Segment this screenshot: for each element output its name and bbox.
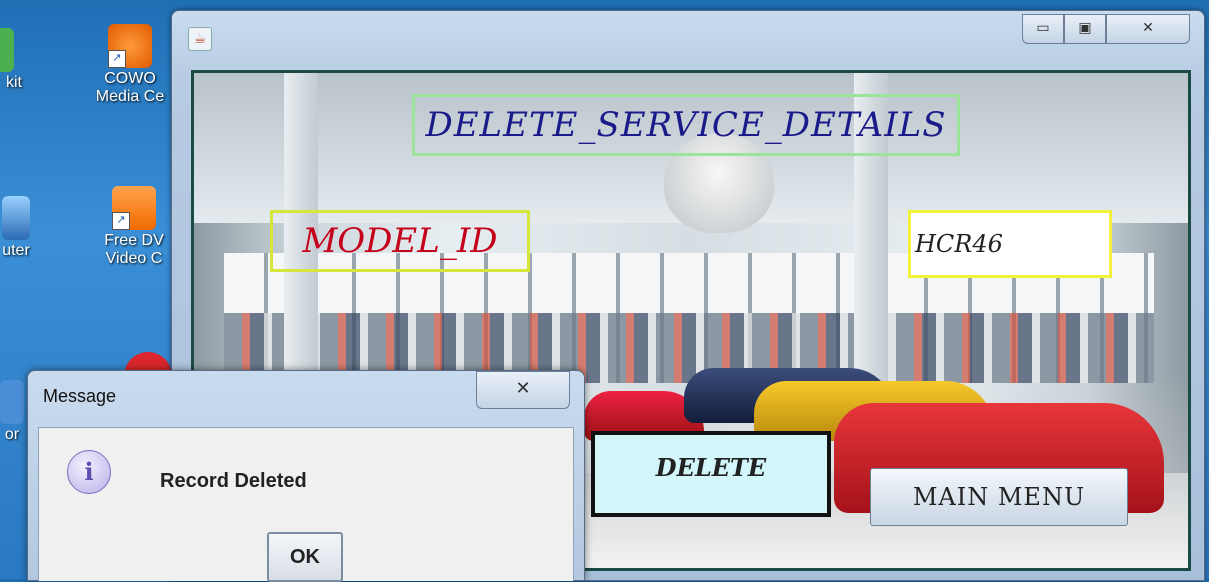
- dialog-close-button[interactable]: ✕: [476, 371, 570, 409]
- app-icon: [0, 380, 24, 424]
- message-dialog: Message ✕ i Record Deleted OK: [27, 370, 585, 582]
- close-button[interactable]: ✕: [1106, 14, 1190, 44]
- desktop-icon-kit[interactable]: kit: [0, 28, 34, 92]
- shortcut-arrow-icon: ↗: [108, 50, 126, 68]
- dialog-title: Message: [43, 386, 117, 406]
- desktop-icon-label: COWO: [104, 70, 156, 87]
- desktop-icon-computer[interactable]: uter: [0, 196, 46, 260]
- ok-button[interactable]: OK: [267, 532, 343, 582]
- cowon-icon: ↗: [108, 24, 152, 68]
- desktop-icon-label: Media Ce: [95, 88, 165, 105]
- window-controls: ▭ ▣ ✕: [1022, 14, 1190, 44]
- video-converter-icon: ↗: [112, 186, 156, 230]
- title-bar[interactable]: ☕ ▭ ▣ ✕: [172, 11, 1204, 59]
- java-icon: ☕: [188, 27, 212, 51]
- desktop-icon-cowon[interactable]: ↗ COWO Media Ce: [86, 24, 174, 106]
- desktop-icon-label: or: [4, 426, 20, 443]
- shortcut-arrow-icon: ↗: [112, 212, 130, 230]
- info-icon: i: [67, 450, 111, 494]
- page-title: DELETE_SERVICE_DETAILS: [412, 94, 960, 156]
- desktop-icon-label: kit: [6, 74, 22, 91]
- desktop-icon-free-dvd[interactable]: ↗ Free DV Video C: [94, 186, 174, 268]
- desktop-icon-label: uter: [2, 242, 30, 259]
- maximize-button[interactable]: ▣: [1064, 14, 1106, 44]
- desktop-icon-label: Video C: [105, 250, 163, 267]
- computer-icon: [2, 196, 30, 240]
- model-id-field[interactable]: HCR46: [908, 210, 1112, 278]
- desktop-icon-label: Free DV: [104, 232, 164, 249]
- model-id-label: MODEL_ID: [270, 210, 530, 272]
- main-menu-button[interactable]: MAIN MENU: [870, 468, 1128, 526]
- delete-button[interactable]: DELETE: [591, 431, 831, 517]
- minimize-button[interactable]: ▭: [1022, 14, 1064, 44]
- dialog-message: Record Deleted: [160, 470, 307, 492]
- app-icon: [0, 28, 14, 72]
- dialog-body: i Record Deleted OK: [38, 427, 574, 582]
